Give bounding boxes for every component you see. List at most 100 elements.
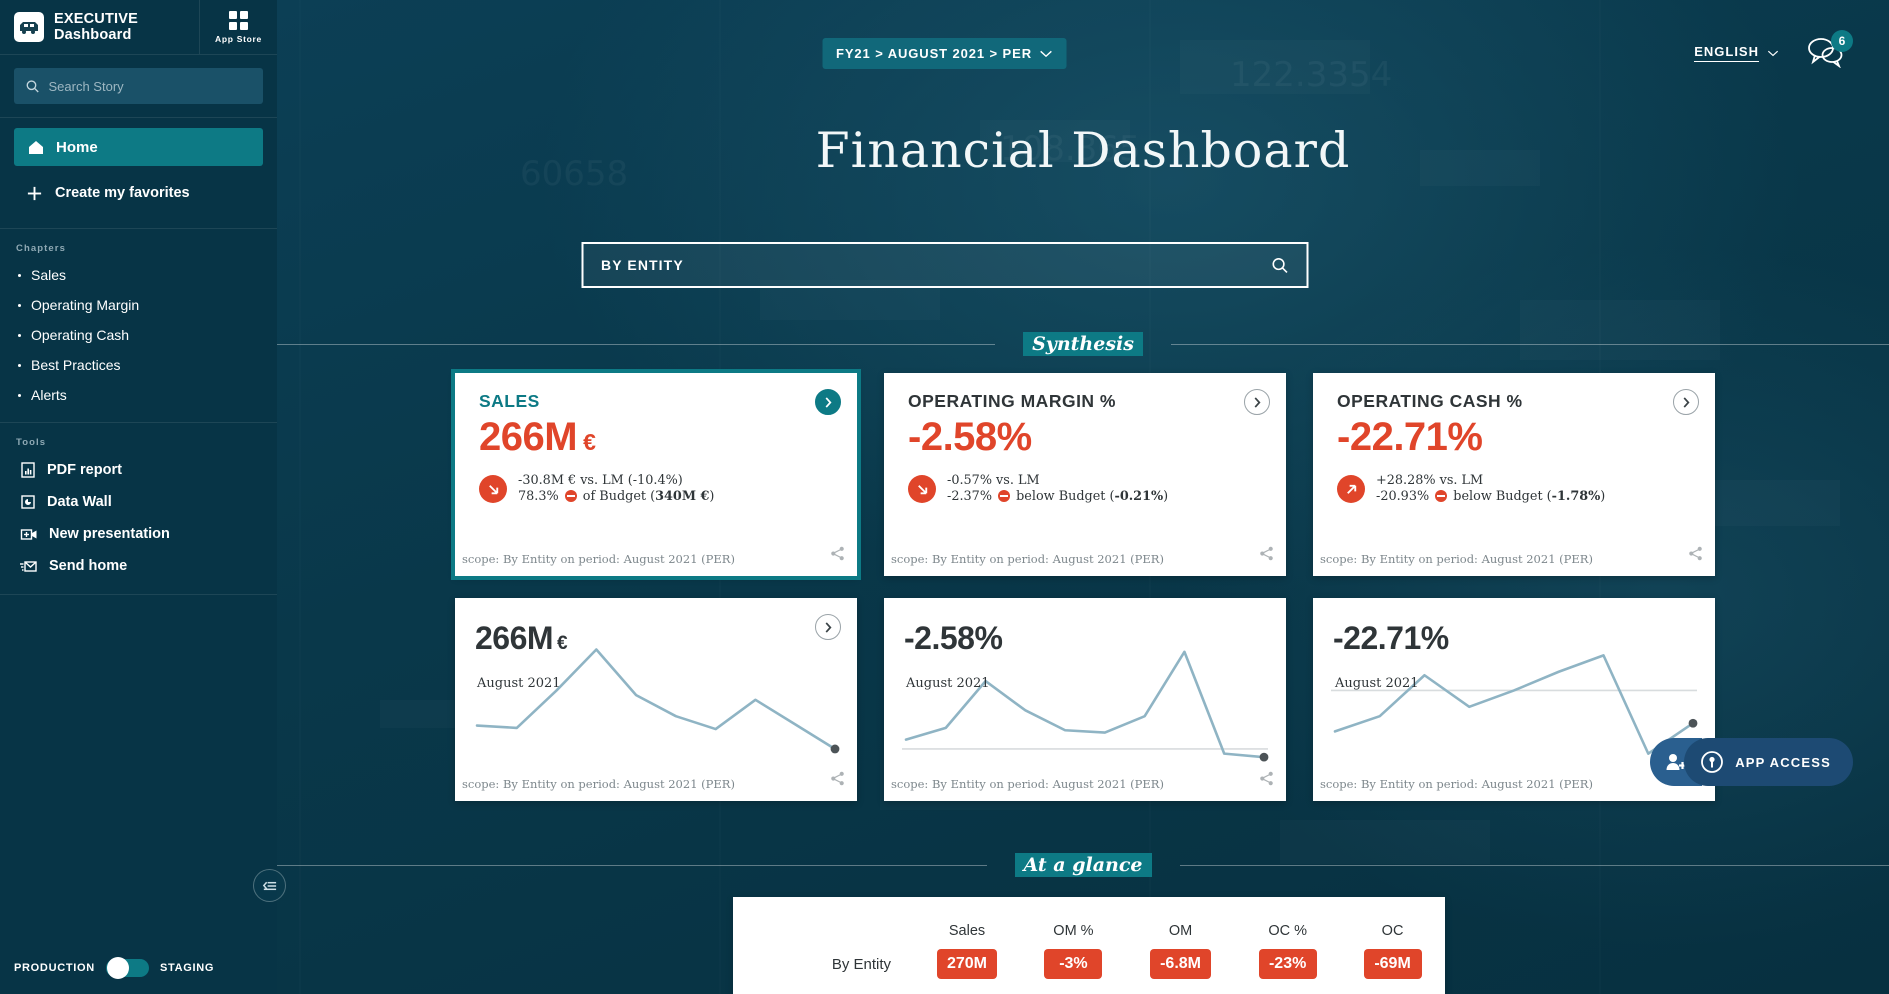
app-access-pill[interactable]: APP ACCESS — [1684, 738, 1853, 786]
table-cell[interactable]: -3% — [1021, 945, 1126, 983]
sidebar-item-sales[interactable]: Sales — [0, 260, 277, 290]
glance-table: Sales OM % OM OC % OC By Entity 270M -3%… — [733, 913, 1445, 983]
rule-right — [1180, 865, 1889, 866]
app-access-label: APP ACCESS — [1735, 755, 1831, 770]
sidebar-search-wrap — [0, 55, 277, 117]
sidebar-item-operating-cash[interactable]: Operating Cash — [0, 320, 277, 350]
open-card-button[interactable] — [1244, 389, 1270, 415]
breadcrumb-selector[interactable]: FY21 > AUGUST 2021 > PER — [822, 38, 1067, 69]
share-button[interactable] — [830, 771, 845, 791]
chevron-right-icon — [823, 622, 834, 633]
story-filter-search[interactable] — [581, 242, 1308, 288]
kpi-number: -2.58% — [908, 415, 1032, 459]
status-badge: -69M — [1364, 949, 1422, 979]
app-store-button[interactable]: App Store — [199, 0, 277, 54]
sidebar-item-label-favorites: Create my favorites — [55, 185, 190, 201]
kpi-card-operating-cash[interactable]: OPERATING CASH % -22.71% +28.28% vs. LM … — [1313, 373, 1715, 576]
chart-period: August 2021 — [477, 676, 561, 691]
search-input[interactable] — [49, 79, 252, 94]
env-label-production: PRODUCTION — [14, 962, 95, 974]
kpi-delta-line2-pre: 78.3% — [518, 489, 563, 504]
open-card-button[interactable] — [1673, 389, 1699, 415]
section-label-at-a-glance: At a glance — [1015, 853, 1152, 877]
brand-line-2: Dashboard — [54, 27, 132, 43]
table-cell[interactable]: -6.8M — [1126, 945, 1235, 983]
language-label: ENGLISH — [1694, 44, 1759, 62]
story-search-box[interactable] — [14, 68, 263, 104]
section-header-synthesis: Synthesis — [277, 332, 1889, 356]
share-button[interactable] — [1688, 546, 1703, 566]
sidebar-item-alerts[interactable]: Alerts — [0, 380, 277, 410]
chevron-right-icon — [1252, 397, 1263, 408]
bullet-icon — [18, 394, 21, 397]
sidebar-item-send-home[interactable]: Send home — [0, 550, 277, 582]
card-scope: scope: By Entity on period: August 2021 … — [1320, 552, 1593, 566]
open-card-button[interactable] — [815, 389, 841, 415]
table-cell[interactable]: -23% — [1235, 945, 1340, 983]
section-header-at-a-glance: At a glance — [277, 853, 1889, 877]
kpi-delta-line2-pre: -2.37% — [947, 489, 996, 504]
sidebar-item-best-practices[interactable]: Best Practices — [0, 350, 277, 380]
share-icon — [1259, 546, 1274, 561]
brand-name: EXECUTIVE Dashboard — [54, 11, 138, 43]
budget-warning-icon — [998, 490, 1010, 502]
share-button[interactable] — [830, 546, 845, 566]
card-scope: scope: By Entity on period: August 2021 … — [462, 777, 735, 791]
card-scope: scope: By Entity on period: August 2021 … — [891, 777, 1164, 791]
environment-toggle[interactable]: PRODUCTION STAGING — [14, 959, 214, 977]
chapters-heading: Chapters — [0, 243, 277, 254]
status-badge: -6.8M — [1150, 949, 1211, 979]
chapter-label: Operating Margin — [31, 297, 139, 313]
kpi-budget-value: -0.21% — [1115, 489, 1164, 504]
app-access-button[interactable]: APP ACCESS — [1650, 738, 1853, 786]
status-badge: -3% — [1044, 949, 1102, 979]
share-icon — [1688, 546, 1703, 561]
plus-icon — [26, 185, 43, 202]
kpi-delta-line1: -0.57% vs. LM — [947, 473, 1040, 488]
table-cell[interactable]: -69M — [1340, 945, 1445, 983]
collapse-sidebar-button[interactable] — [253, 869, 286, 902]
sidebar-item-new-presentation[interactable]: New presentation — [0, 518, 277, 550]
env-switch[interactable] — [106, 959, 149, 977]
chevron-down-icon — [1767, 50, 1779, 57]
sidebar-item-home[interactable]: Home — [14, 128, 263, 166]
chat-unread-badge: 6 — [1831, 30, 1853, 52]
table-row[interactable]: By Entity 270M -3% -6.8M -23% -69M — [733, 945, 1445, 983]
brand-logo-icon — [14, 12, 44, 42]
share-button[interactable] — [1259, 771, 1274, 791]
kpi-delta-text: -0.57% vs. LM -2.37% below Budget (-0.21… — [947, 473, 1168, 506]
table-cell[interactable]: 270M — [913, 945, 1021, 983]
language-selector[interactable]: ENGLISH — [1694, 44, 1779, 62]
kpi-value: -22.71% — [1337, 415, 1488, 460]
chart-value: -2.58% — [904, 620, 1006, 657]
kpi-card-operating-margin[interactable]: OPERATING MARGIN % -2.58% -0.57% vs. LM … — [884, 373, 1286, 576]
brand-block[interactable]: EXECUTIVE Dashboard — [0, 11, 199, 43]
bullet-icon — [18, 304, 21, 307]
open-card-button[interactable] — [815, 614, 841, 640]
trend-down-icon — [908, 475, 936, 503]
kpi-card-sales[interactable]: SALES 266M€ -30.8M € vs. LM (-10.4%) 78.… — [455, 373, 857, 576]
column-header: Sales — [913, 913, 1021, 945]
share-button[interactable] — [1259, 546, 1274, 566]
chapter-label: Best Practices — [31, 357, 120, 373]
sidebar-item-create-favorites[interactable]: Create my favorites — [14, 176, 263, 210]
send-home-icon — [20, 558, 38, 574]
chart-number: 266M — [475, 620, 553, 656]
kpi-card-title: OPERATING CASH % — [1337, 391, 1523, 412]
app-store-label: App Store — [215, 34, 262, 44]
kpi-card-title: OPERATING MARGIN % — [908, 391, 1116, 412]
chart-card-sales[interactable]: 266M€ August 2021 scope: By Entity on pe… — [455, 598, 857, 801]
kpi-budget-value: -1.78% — [1552, 489, 1601, 504]
story-filter-input[interactable] — [601, 257, 1271, 273]
chat-button[interactable]: 6 — [1805, 34, 1851, 74]
at-a-glance-card[interactable]: Sales OM % OM OC % OC By Entity 270M -3%… — [733, 897, 1445, 994]
kpi-currency: € — [583, 429, 595, 455]
chart-card-operating-margin[interactable]: -2.58% August 2021 scope: By Entity on p… — [884, 598, 1286, 801]
chapters-group: Chapters Sales Operating Margin Operatin… — [0, 229, 277, 422]
sidebar-item-operating-margin[interactable]: Operating Margin — [0, 290, 277, 320]
kpi-delta-line2-pre: -20.93% — [1376, 489, 1433, 504]
sidebar-item-pdf-report[interactable]: PDF report — [0, 454, 277, 486]
search-icon[interactable] — [1271, 257, 1288, 274]
sidebar-item-data-wall[interactable]: Data Wall — [0, 486, 277, 518]
kpi-budget-value: 340M € — [655, 489, 709, 504]
